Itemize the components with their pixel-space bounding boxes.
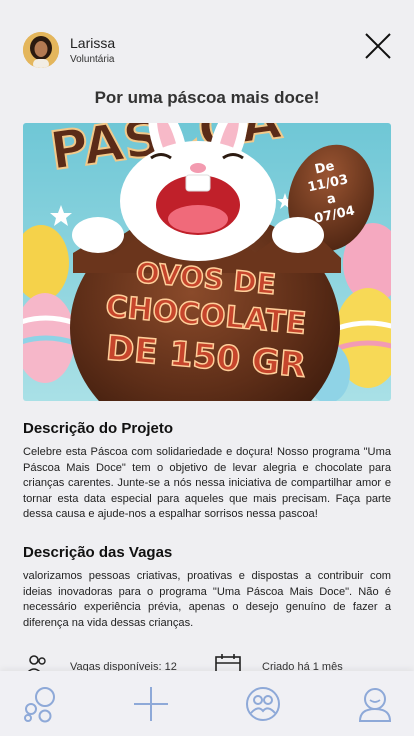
user-name: Larissa xyxy=(70,35,116,51)
nav-profile-button[interactable] xyxy=(356,685,394,723)
banner-illustration: PÁSCOA De 11/03 a 07/04 xyxy=(23,123,391,401)
close-button[interactable] xyxy=(362,30,394,62)
project-description-text: Celebre esta Páscoa com solidariedade e … xyxy=(23,446,391,521)
avatar-image xyxy=(23,32,59,68)
bubbles-icon xyxy=(24,687,55,723)
user-role: Voluntária xyxy=(70,54,115,65)
profile-icon xyxy=(358,688,392,722)
avatar[interactable] xyxy=(23,32,59,68)
vacancies-description-text: valorizamos pessoas criativas, proativas… xyxy=(23,570,391,629)
nav-bubbles-button[interactable] xyxy=(21,685,59,723)
project-description-title: Descrição do Projeto xyxy=(23,420,174,437)
plus-icon xyxy=(134,687,168,721)
nav-add-button[interactable] xyxy=(132,685,170,723)
page-title: Por uma páscoa mais doce! xyxy=(94,88,320,107)
bottom-nav xyxy=(0,671,414,736)
project-banner: PÁSCOA De 11/03 a 07/04 xyxy=(23,123,391,401)
vacancies-description-title: Descrição das Vagas xyxy=(23,544,173,561)
close-icon xyxy=(365,33,391,59)
nav-group-button[interactable] xyxy=(244,685,282,723)
group-icon xyxy=(246,687,280,721)
header: Larissa Voluntária xyxy=(0,0,414,80)
screen: Larissa Voluntária Por uma páscoa mais d… xyxy=(0,0,414,736)
